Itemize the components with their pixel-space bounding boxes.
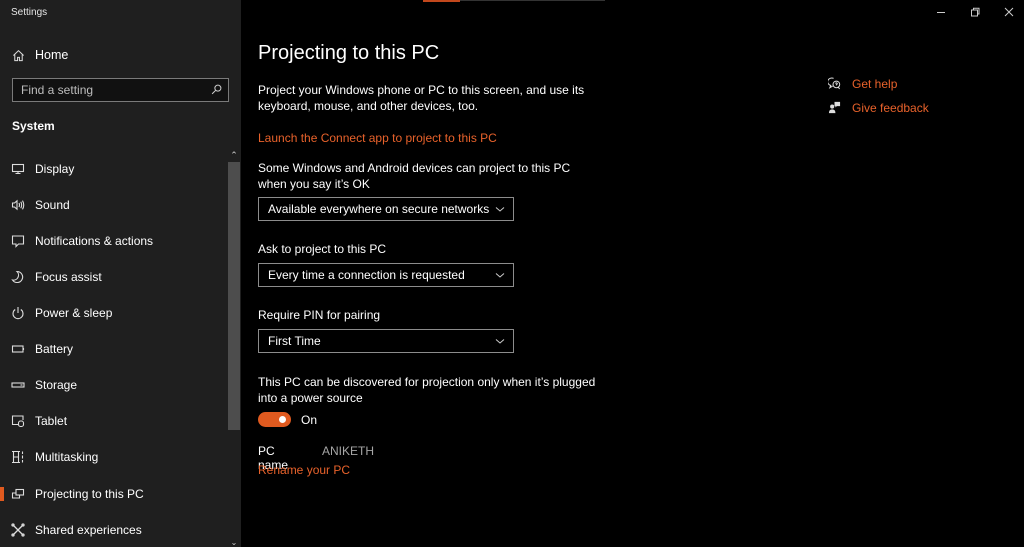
sidebar-item-label: Shared experiences bbox=[35, 523, 142, 537]
get-help-link[interactable]: Get help bbox=[852, 77, 897, 91]
give-feedback-icon bbox=[828, 101, 841, 114]
section-title: System bbox=[12, 119, 55, 133]
sidebar-item-tablet[interactable]: Tablet bbox=[0, 407, 228, 435]
sidebar-item-sound[interactable]: Sound bbox=[0, 191, 228, 219]
availability-value: Available everywhere on secure networks bbox=[268, 202, 490, 216]
launch-connect-link[interactable]: Launch the Connect app to project to thi… bbox=[258, 131, 497, 145]
pin-value: First Time bbox=[268, 334, 321, 348]
rename-pc-link[interactable]: Rename your PC bbox=[258, 463, 350, 477]
minimize-button[interactable] bbox=[922, 0, 960, 24]
home-icon bbox=[13, 49, 24, 61]
sidebar-item-label: Multitasking bbox=[35, 450, 99, 464]
pin-label: Require PIN for pairing bbox=[258, 308, 381, 322]
ask-dropdown[interactable]: Every time a connection is requested bbox=[258, 263, 514, 287]
pc-name-value: ANIKETH bbox=[322, 444, 375, 458]
sidebar-item-label: Display bbox=[35, 162, 75, 176]
ask-label: Ask to project to this PC bbox=[258, 242, 387, 256]
chevron-down-icon bbox=[495, 273, 505, 278]
page-description: Project your Windows phone or PC to this… bbox=[258, 83, 585, 113]
shared-experiences-icon bbox=[11, 523, 25, 537]
power-toggle[interactable] bbox=[258, 412, 291, 427]
scrollbar-thumb[interactable] bbox=[228, 162, 240, 430]
sidebar-item-display[interactable]: Display bbox=[0, 155, 228, 183]
close-icon bbox=[1004, 7, 1014, 17]
get-help-icon bbox=[828, 77, 841, 90]
close-button[interactable] bbox=[990, 0, 1024, 24]
sidebar-item-power-sleep[interactable]: Power & sleep bbox=[0, 299, 228, 327]
sidebar-item-label: Power & sleep bbox=[35, 306, 113, 320]
sidebar-item-label: Storage bbox=[35, 378, 78, 392]
availability-dropdown[interactable]: Available everywhere on secure networks bbox=[258, 197, 514, 221]
sidebar-home[interactable]: Home bbox=[12, 46, 68, 64]
notifications-icon bbox=[11, 234, 25, 248]
search-icon[interactable] bbox=[211, 84, 222, 95]
scroll-down-button[interactable]: ⌄ bbox=[228, 538, 240, 547]
sidebar-item-storage[interactable]: Storage bbox=[0, 371, 228, 399]
sidebar-item-projecting[interactable]: Projecting to this PC bbox=[0, 480, 228, 508]
search-input[interactable] bbox=[13, 79, 203, 101]
sidebar-home-label: Home bbox=[35, 48, 69, 62]
search-box[interactable] bbox=[12, 78, 229, 102]
battery-icon bbox=[11, 342, 25, 356]
sidebar-item-label: Sound bbox=[35, 198, 70, 212]
page-title: Projecting to this PC bbox=[258, 42, 440, 64]
sidebar-item-shared-experiences[interactable]: Shared experiences bbox=[0, 516, 228, 544]
give-feedback-item[interactable]: Give feedback bbox=[828, 101, 929, 115]
scroll-up-button[interactable]: ⌃ bbox=[228, 150, 240, 160]
storage-icon bbox=[11, 378, 25, 392]
power-icon bbox=[11, 306, 25, 320]
projecting-icon bbox=[11, 487, 25, 501]
chevron-down-icon bbox=[495, 339, 505, 344]
multitasking-icon bbox=[11, 450, 25, 464]
tablet-icon bbox=[11, 414, 25, 428]
sidebar-item-focus-assist[interactable]: Focus assist bbox=[0, 263, 228, 291]
loading-track bbox=[460, 0, 605, 1]
sidebar-item-label: Tablet bbox=[35, 414, 68, 428]
sidebar-item-label: Projecting to this PC bbox=[35, 487, 144, 501]
get-help-item[interactable]: Get help bbox=[828, 77, 897, 91]
sidebar-item-label: Focus assist bbox=[35, 270, 102, 284]
restore-icon bbox=[971, 7, 980, 17]
moon-icon bbox=[11, 270, 25, 284]
toggle-knob bbox=[279, 416, 286, 423]
sidebar-item-multitasking[interactable]: Multitasking bbox=[0, 443, 228, 471]
pin-dropdown[interactable]: First Time bbox=[258, 329, 514, 353]
availability-label: Some Windows and Android devices can pro… bbox=[258, 161, 571, 191]
minimize-icon bbox=[937, 12, 945, 13]
sidebar-item-battery[interactable]: Battery bbox=[0, 335, 228, 363]
sound-icon bbox=[11, 198, 25, 212]
loading-indicator bbox=[423, 0, 460, 2]
ask-value: Every time a connection is requested bbox=[268, 268, 465, 282]
sidebar-item-label: Notifications & actions bbox=[35, 234, 154, 248]
app-title: Settings bbox=[11, 7, 48, 18]
chevron-down-icon bbox=[495, 207, 505, 212]
selected-indicator bbox=[0, 487, 4, 501]
display-icon bbox=[11, 162, 25, 176]
sidebar-item-label: Battery bbox=[35, 342, 74, 356]
restore-button[interactable] bbox=[956, 0, 994, 24]
power-label: This PC can be discovered for projection… bbox=[258, 375, 596, 405]
sidebar-item-notifications[interactable]: Notifications & actions bbox=[0, 227, 228, 255]
sidebar: Settings Home System Display Sound Notif… bbox=[0, 0, 241, 547]
give-feedback-link[interactable]: Give feedback bbox=[852, 101, 929, 115]
power-toggle-state: On bbox=[301, 413, 318, 427]
